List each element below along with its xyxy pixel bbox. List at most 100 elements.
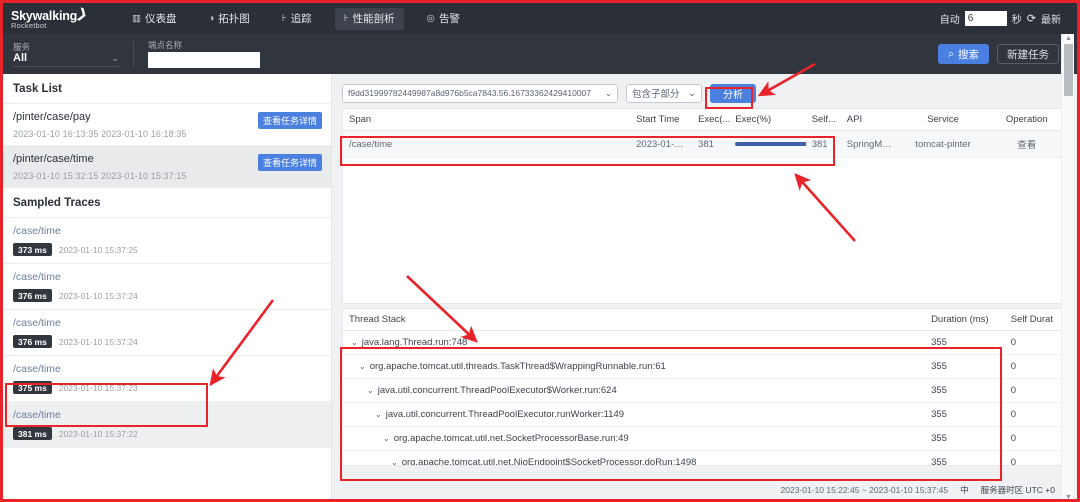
chevron-down-icon: ⌄	[111, 52, 119, 63]
col-thread-stack[interactable]: Thread Stack	[343, 309, 926, 331]
trace-duration-badge: 376 ms	[13, 289, 52, 302]
stack-frame-cell[interactable]: ⌄ java.util.concurrent.ThreadPoolExecutor…	[343, 402, 926, 427]
stack-frame-cell[interactable]: ⌄ org.apache.tomcat.util.net.SocketProces…	[343, 426, 926, 451]
stack-frame-cell[interactable]: ⌄ org.apache.tomcat.util.net.NioEndpoint$…	[343, 450, 926, 466]
task-times: 2023-01-10 16:13:35 2023-01-10 16:18:35	[13, 129, 187, 139]
thread-stack-table: Thread Stack Duration (ms) Self Durat ⌄ j…	[343, 309, 1066, 466]
task-detail-button[interactable]: 查看任务详情	[257, 154, 322, 171]
sampled-trace-item[interactable]: /case/time 376 ms 2023-01-10 15:37:24	[3, 264, 331, 310]
nav-tab-dashboard-label: 仪表盘	[144, 13, 177, 25]
trace-timestamp: 2023-01-10 15:37:24	[58, 290, 138, 301]
col-self-duration[interactable]: Self Durat	[1004, 309, 1066, 331]
stack-frame-cell[interactable]: ⌄ java.lang.Thread.run:748	[343, 330, 926, 355]
chevron-down-icon[interactable]: ⌄	[391, 458, 398, 465]
col-operation[interactable]: Operation	[987, 109, 1066, 131]
thread-stack-row[interactable]: ⌄ java.lang.Thread.run:748 355 0	[343, 330, 1066, 355]
task-detail-button[interactable]: 查看任务详情	[257, 112, 322, 129]
service-select[interactable]: All ⌄	[13, 52, 119, 67]
stack-self-cell: 0	[1004, 378, 1066, 403]
trace-duration-badge: 373 ms	[13, 243, 52, 256]
endpoint-filter[interactable]: 端点名称	[148, 40, 260, 69]
right-panel: f9dd31999782449987a8d976b5ca7843.56.1673…	[332, 74, 1077, 499]
sampled-trace-item[interactable]: /case/time 373 ms 2023-01-10 15:37:25	[3, 218, 331, 264]
trace-meta: 376 ms 2023-01-10 15:37:24	[13, 335, 321, 348]
footer-language[interactable]: 中	[960, 484, 969, 496]
stack-frame-label: java.util.concurrent.ThreadPoolExecutor$…	[377, 385, 617, 396]
alarm-icon: ◎	[426, 13, 435, 24]
auto-refresh-interval-input[interactable]	[964, 11, 1007, 26]
nav-tab-topology[interactable]: ◑ 拓扑图	[199, 8, 258, 30]
chevron-down-icon[interactable]: ⌄	[375, 410, 382, 419]
trace-name: /case/time	[13, 409, 61, 421]
col-api[interactable]: API	[840, 109, 899, 131]
chevron-down-icon: ⌄	[688, 87, 696, 99]
thread-stack-row[interactable]: ⌄ org.apache.tomcat.util.net.NioEndpoint$…	[343, 450, 1066, 466]
col-exec[interactable]: Exec(...	[692, 109, 730, 131]
scroll-up-icon[interactable]: ▲	[1065, 35, 1072, 42]
scope-select-value: 包含子部分	[632, 89, 680, 100]
col-duration[interactable]: Duration (ms)	[925, 309, 1005, 331]
logo-title: Skywalking❯	[11, 4, 90, 23]
stack-frame-cell[interactable]: ⌄ java.util.concurrent.ThreadPoolExecutor…	[343, 378, 926, 403]
nav-tab-dashboard[interactable]: ▥ 仪表盘	[123, 8, 185, 30]
scope-select[interactable]: 包含子部分 ⌄	[626, 83, 702, 103]
thread-stack-row[interactable]: ⌄ org.apache.tomcat.util.net.SocketProces…	[343, 426, 1066, 451]
span-name-cell[interactable]: /case/time	[343, 130, 631, 158]
sampled-trace-item[interactable]: /case/time 375 ms 2023-01-10 15:37:23	[3, 356, 331, 402]
task-times: 2023-01-10 15:32:15 2023-01-10 15:37:15	[13, 171, 187, 181]
service-filter[interactable]: 服务 All ⌄	[13, 42, 119, 67]
chart-bar-icon: ▥	[132, 13, 141, 24]
thread-stack-row[interactable]: ⌄ org.apache.tomcat.util.threads.TaskThre…	[343, 354, 1066, 379]
chevron-down-icon[interactable]: ⌄	[351, 338, 358, 347]
trace-duration-badge: 376 ms	[13, 335, 52, 348]
trace-id-select[interactable]: f9dd31999782449987a8d976b5ca7843.56.1673…	[342, 83, 618, 103]
col-span[interactable]: Span	[343, 109, 631, 131]
stack-self-cell: 0	[1004, 450, 1066, 465]
span-operation-link[interactable]: 查看	[987, 130, 1066, 158]
endpoint-name-input[interactable]	[148, 52, 260, 69]
nav-tab-alarm[interactable]: ◎ 告警	[418, 8, 469, 30]
thread-stack-row[interactable]: ⌄ java.util.concurrent.ThreadPoolExecutor…	[343, 402, 1066, 427]
app-logo[interactable]: Skywalking❯ Rocketbot	[11, 4, 97, 29]
page-scrollbar[interactable]: ▲ ▼	[1061, 34, 1074, 499]
sampled-trace-item-selected[interactable]: /case/time 381 ms 2023-01-10 15:37:22	[3, 402, 331, 448]
filter-divider	[133, 41, 134, 67]
thread-stack-row[interactable]: ⌄ java.util.concurrent.ThreadPoolExecutor…	[343, 378, 1066, 403]
nav-tab-profile[interactable]: ⊦ 性能剖析	[334, 7, 404, 30]
col-start-time[interactable]: Start Time	[630, 109, 693, 131]
scrollbar-thumb[interactable]	[1064, 44, 1073, 96]
new-task-button[interactable]: 新建任务	[997, 44, 1059, 64]
chevron-down-icon[interactable]: ⌄	[367, 386, 374, 395]
span-table-row[interactable]: /case/time 2023-01-10 1... 381 381 Sprin…	[343, 130, 1066, 158]
scroll-down-icon[interactable]: ▼	[1065, 494, 1072, 499]
stack-frame-label: java.util.concurrent.ThreadPoolExecutor.…	[385, 409, 625, 420]
refresh-icon[interactable]: ⟳	[1027, 12, 1036, 25]
stack-frame-label: org.apache.tomcat.util.net.NioEndpoint$S…	[401, 457, 697, 466]
thread-stack-card: Thread Stack Duration (ms) Self Durat ⌄ j…	[342, 308, 1067, 466]
stack-duration-cell: 355	[925, 402, 1005, 427]
exec-percent-bar	[735, 142, 806, 146]
nav-tab-trace[interactable]: ⊦ 追踪	[273, 8, 321, 30]
search-button[interactable]: ⌕ 搜索	[938, 44, 989, 64]
trace-timestamp: 2023-01-10 15:37:24	[58, 336, 138, 347]
nav-tabs: ▥ 仪表盘 ◑ 拓扑图 ⊦ 追踪 ⊦ 性能剖析 ◎ 告警	[123, 3, 483, 34]
stack-frame-cell[interactable]: ⌄ org.apache.tomcat.util.threads.TaskThre…	[343, 354, 926, 379]
analyze-button[interactable]: 分析	[710, 83, 756, 103]
stack-self-cell: 0	[1004, 426, 1066, 451]
col-service[interactable]: Service	[898, 109, 988, 131]
span-service-cell: tomcat-pinter	[898, 130, 988, 158]
task-item[interactable]: /pinter/case/time 2023-01-10 15:32:15 20…	[3, 146, 331, 188]
col-exec-pct[interactable]: Exec(%)	[729, 109, 806, 131]
stack-frame-label: java.lang.Thread.run:748	[361, 337, 468, 348]
refresh-label[interactable]: 最新	[1041, 11, 1061, 26]
sampled-trace-item[interactable]: /case/time 376 ms 2023-01-10 15:37:24	[3, 310, 331, 356]
stack-frame-label: org.apache.tomcat.util.threads.TaskThrea…	[369, 361, 666, 372]
status-footer: 2023-01-10 15:22:45 ~ 2023-01-10 15:37:4…	[332, 480, 1077, 499]
task-item[interactable]: /pinter/case/pay 2023-01-10 16:13:35 202…	[3, 104, 331, 146]
col-self[interactable]: Self...	[805, 109, 841, 131]
chevron-down-icon[interactable]: ⌄	[359, 362, 366, 371]
footer-time-range: 2023-01-10 15:22:45 ~ 2023-01-10 15:37:4…	[780, 484, 949, 495]
trace-timestamp: 2023-01-10 15:37:23	[58, 382, 138, 393]
nav-tab-alarm-label: 告警	[438, 13, 460, 25]
chevron-down-icon[interactable]: ⌄	[383, 434, 390, 443]
